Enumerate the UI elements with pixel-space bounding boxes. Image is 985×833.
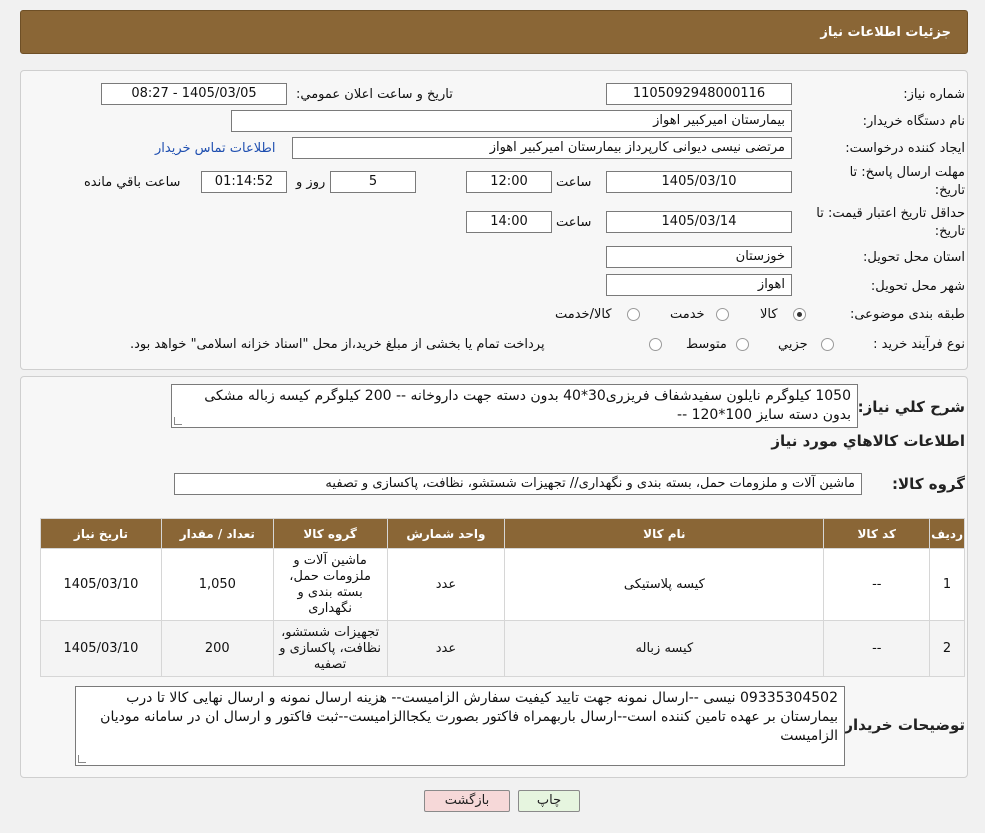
- category-label: طبقه بندی موضوعی:: [849, 307, 965, 322]
- buyer-org-field: بیمارستان امیرکبیر اهواز: [231, 110, 792, 132]
- process-radio-medium[interactable]: [736, 338, 749, 351]
- summary-textarea[interactable]: 1050 کیلوگرم نایلون سفیدشفاف فریزری30*40…: [171, 384, 858, 428]
- validity-date-field: 1405/03/14: [606, 211, 792, 233]
- category-radio-service[interactable]: [716, 308, 729, 321]
- col-header-group: گروه کالا: [272, 518, 388, 549]
- deadline-date-field: 1405/03/10: [606, 171, 792, 193]
- validity-time-label: ساعت: [556, 215, 592, 230]
- cell-date: 1405/03/10: [40, 620, 162, 677]
- process-option-minor: جزیي: [778, 337, 808, 352]
- need-number-label: شماره نیاز:: [903, 87, 965, 102]
- col-header-code: کد کالا: [823, 518, 931, 549]
- process-option-medium: متوسط: [686, 337, 727, 352]
- requester-field: مرتضی نیسی دیوانی کارپرداز بیمارستان امی…: [292, 137, 792, 159]
- buyer-org-label: نام دستگاه خريدار:: [862, 114, 965, 129]
- deadline-label: مهلت ارسال پاسخ: تا: [849, 165, 965, 180]
- category-option-goods-service: کالا/خدمت: [555, 307, 612, 322]
- treasury-payment-checkbox[interactable]: [649, 338, 662, 351]
- cell-date: 1405/03/10: [40, 548, 162, 621]
- deadline-time-label: ساعت: [556, 175, 592, 190]
- table-row: 2 -- کیسه زباله عدد تجهیزات شستشو، نظافت…: [40, 620, 965, 677]
- cell-index: 2: [929, 620, 965, 677]
- print-button[interactable]: چاپ: [518, 790, 580, 812]
- process-radio-minor[interactable]: [821, 338, 834, 351]
- city-label: شهر محل تحويل:: [870, 279, 965, 294]
- table-row: 1 -- کیسه پلاستیکی عدد ماشین آلات و ملزو…: [40, 548, 965, 621]
- page-title: جزئیات اطلاعات نیاز: [820, 25, 951, 40]
- col-header-unit: واحد شمارش: [386, 518, 506, 549]
- goods-group-field: ماشین آلات و ملزومات حمل، بسته بندی و نگ…: [174, 473, 862, 495]
- treasury-payment-note: پرداخت تمام یا بخشی از مبلغ خرید،از محل …: [130, 337, 545, 352]
- cell-unit: عدد: [386, 548, 506, 621]
- cell-code: --: [823, 548, 931, 621]
- buyer-notes-textarea[interactable]: 09335304502 نیسی --ارسال نمونه جهت تایید…: [75, 686, 845, 766]
- province-field: خوزستان: [606, 246, 792, 268]
- buyer-notes-text: 09335304502 نیسی --ارسال نمونه جهت تایید…: [100, 690, 838, 744]
- goods-table: رديف کد کالا نام کالا واحد شمارش گروه کا…: [40, 518, 965, 677]
- page-header: جزئیات اطلاعات نیاز: [20, 10, 968, 54]
- announce-date-label: تاریخ و ساعت اعلان عمومي:: [296, 87, 453, 102]
- category-radio-goods-service[interactable]: [627, 308, 640, 321]
- table-header-row: رديف کد کالا نام کالا واحد شمارش گروه کا…: [40, 518, 965, 549]
- remaining-time-field: 01:14:52: [201, 171, 287, 193]
- back-button[interactable]: بازگشت: [424, 790, 510, 812]
- resize-handle-icon[interactable]: [174, 417, 182, 425]
- cell-name: کیسه پلاستیکی: [504, 548, 825, 621]
- validity-time-field: 14:00: [466, 211, 552, 233]
- cell-name: کیسه زباله: [504, 620, 825, 677]
- need-number-field: 1105092948000116: [606, 83, 792, 105]
- category-option-service: خدمت: [670, 307, 705, 322]
- deadline-time-field: 12:00: [466, 171, 552, 193]
- col-header-index: رديف: [929, 518, 965, 549]
- province-label: استان محل تحويل:: [863, 250, 965, 265]
- cell-code: --: [823, 620, 931, 677]
- remaining-time-label: ساعت باقي مانده: [84, 175, 181, 190]
- cell-index: 1: [929, 548, 965, 621]
- cell-group: ماشین آلات و ملزومات حمل، بسته بندی و نگ…: [272, 548, 388, 621]
- validity-label-date: تاريخ:: [934, 224, 965, 239]
- cell-qty: 200: [160, 620, 274, 677]
- cell-unit: عدد: [386, 620, 506, 677]
- deadline-label-date: تاريخ:: [934, 183, 965, 198]
- goods-group-label: گروه کالا:: [892, 475, 965, 493]
- cell-group: تجهیزات شستشو، نظافت، پاکسازی و تصفیه: [272, 620, 388, 677]
- goods-section-title: اطلاعات کالاهاي مورد نياز: [771, 432, 965, 450]
- category-radio-goods[interactable]: [793, 308, 806, 321]
- col-header-qty: تعداد / مقدار: [160, 518, 274, 549]
- col-header-name: نام کالا: [504, 518, 825, 549]
- announce-date-field: 1405/03/05 - 08:27: [101, 83, 287, 105]
- validity-label: حداقل تاريخ اعتبار قيمت: تا: [816, 206, 965, 221]
- buyer-notes-label: توضيحات خريدار:: [838, 716, 965, 734]
- resize-handle-icon[interactable]: [78, 755, 86, 763]
- remaining-days-field: 5: [330, 171, 416, 193]
- summary-label: شرح کلي نياز:: [857, 398, 965, 416]
- process-type-label: نوع فرآيند خريد :: [873, 337, 965, 352]
- category-option-goods: کالا: [760, 307, 778, 322]
- city-field: اهواز: [606, 274, 792, 296]
- buyer-contact-link[interactable]: اطلاعات تماس خريدار: [155, 141, 275, 156]
- cell-qty: 1,050: [160, 548, 274, 621]
- days-label: روز و: [296, 175, 326, 190]
- summary-text: 1050 کیلوگرم نایلون سفیدشفاف فریزری30*40…: [204, 388, 851, 423]
- requester-label: ايجاد کننده درخواست:: [845, 141, 965, 156]
- col-header-date: تاريخ نياز: [40, 518, 162, 549]
